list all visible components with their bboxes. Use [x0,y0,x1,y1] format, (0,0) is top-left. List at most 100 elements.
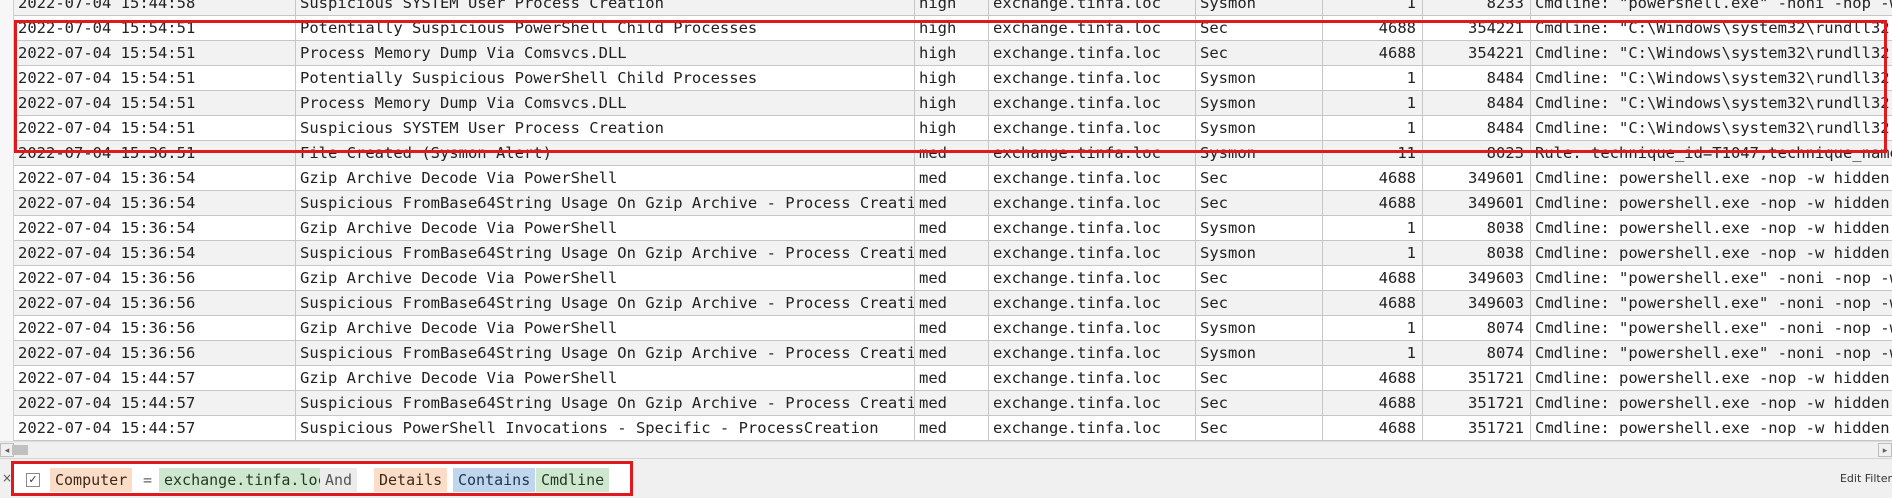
cell-computer[interactable]: exchange.tinfa.loc [989,41,1196,65]
filter-expression-box[interactable]: ✓ Computer = exchange.tinfa.loc And Deta… [11,461,633,496]
cell-timestamp[interactable]: 2022-07-04 15:36:56 [14,291,296,315]
cell-event-id[interactable]: 4688 [1323,366,1423,390]
cell-timestamp[interactable]: 2022-07-04 15:54:51 [14,91,296,115]
cell-record-id[interactable]: 349603 [1423,291,1531,315]
table-row[interactable]: 2022-07-04 15:36:54 Suspicious FromBase64… [0,241,1892,266]
cell-channel[interactable]: Sec [1196,191,1323,215]
cell-record-id[interactable]: 8484 [1423,116,1531,140]
cell-details[interactable]: Cmdline: powershell.exe -nop -w hidden - [1531,241,1892,265]
cell-details[interactable]: Cmdline: powershell.exe -nop -w hidden - [1531,216,1892,240]
cell-level[interactable]: high [915,91,989,115]
cell-timestamp[interactable]: 2022-07-04 15:44:57 [14,416,296,440]
cell-record-id[interactable]: 8023 [1423,141,1531,165]
cell-level[interactable]: med [915,141,989,165]
cell-record-id[interactable]: 8074 [1423,316,1531,340]
table-row[interactable]: 2022-07-04 15:36:56 Gzip Archive Decode V… [0,266,1892,291]
cell-level[interactable]: med [915,416,989,440]
cell-computer[interactable]: exchange.tinfa.loc [989,266,1196,290]
cell-rule-title[interactable]: Suspicious FromBase64String Usage On Gzi… [296,341,915,365]
cell-timestamp[interactable]: 2022-07-04 15:36:51 [14,141,296,165]
cell-level[interactable]: high [915,66,989,90]
cell-timestamp[interactable]: 2022-07-04 15:54:51 [14,66,296,90]
cell-event-id[interactable]: 4688 [1323,291,1423,315]
cell-record-id[interactable]: 354221 [1423,41,1531,65]
cell-event-id[interactable]: 1 [1323,66,1423,90]
cell-event-id[interactable]: 4688 [1323,16,1423,40]
cell-timestamp[interactable]: 2022-07-04 15:44:57 [14,366,296,390]
cell-timestamp[interactable]: 2022-07-04 15:36:56 [14,316,296,340]
cell-timestamp[interactable]: 2022-07-04 15:36:56 [14,266,296,290]
cell-details[interactable]: Cmdline: "powershell.exe" -noni -nop -w [1531,0,1892,15]
cell-level[interactable]: med [915,191,989,215]
cell-level[interactable]: med [915,316,989,340]
cell-details[interactable]: Cmdline: powershell.exe -nop -w hidden - [1531,391,1892,415]
cell-level[interactable]: med [915,241,989,265]
cell-timestamp[interactable]: 2022-07-04 15:44:58 [14,0,296,15]
cell-computer[interactable]: exchange.tinfa.loc [989,366,1196,390]
cell-channel[interactable]: Sec [1196,266,1323,290]
cell-event-id[interactable]: 1 [1323,241,1423,265]
cell-level[interactable]: med [915,341,989,365]
table-row[interactable]: 2022-07-04 15:36:56 Suspicious FromBase64… [0,291,1892,316]
cell-rule-title[interactable]: Suspicious SYSTEM User Process Creation [296,0,915,15]
filter-enabled-checkbox[interactable]: ✓ [26,473,40,487]
cell-rule-title[interactable]: Suspicious FromBase64String Usage On Gzi… [296,391,915,415]
cell-details[interactable]: Cmdline: "C:\Windows\system32\rundll32. [1531,66,1892,90]
cell-rule-title[interactable]: Process Memory Dump Via Comsvcs.DLL [296,41,915,65]
table-row[interactable]: 2022-07-04 15:44:57 Suspicious PowerShell… [0,416,1892,441]
filter-value-details[interactable]: Cmdline [536,468,610,492]
cell-event-id[interactable]: 4688 [1323,41,1423,65]
cell-timestamp[interactable]: 2022-07-04 15:54:51 [14,16,296,40]
cell-record-id[interactable]: 8233 [1423,0,1531,15]
cell-details[interactable]: Cmdline: powershell.exe -nop -w hidden - [1531,166,1892,190]
cell-channel[interactable]: Sec [1196,391,1323,415]
cell-computer[interactable]: exchange.tinfa.loc [989,316,1196,340]
cell-channel[interactable]: Sysmon [1196,216,1323,240]
cell-event-id[interactable]: 11 [1323,141,1423,165]
cell-details[interactable]: Cmdline: "C:\Windows\system32\rundll32. [1531,41,1892,65]
table-row[interactable]: 2022-07-04 15:36:56 Suspicious FromBase64… [0,341,1892,366]
cell-computer[interactable]: exchange.tinfa.loc [989,66,1196,90]
cell-record-id[interactable]: 351721 [1423,366,1531,390]
table-row[interactable]: 2022-07-04 15:36:54 Gzip Archive Decode V… [0,216,1892,241]
cell-rule-title[interactable]: Gzip Archive Decode Via PowerShell [296,366,915,390]
cell-level[interactable]: high [915,16,989,40]
cell-level[interactable]: high [915,0,989,15]
cell-rule-title[interactable]: Suspicious SYSTEM User Process Creation [296,116,915,140]
cell-channel[interactable]: Sysmon [1196,116,1323,140]
cell-details[interactable]: Rule: technique_id=T1047,technique_name= [1531,141,1892,165]
cell-computer[interactable]: exchange.tinfa.loc [989,416,1196,440]
cell-channel[interactable]: Sysmon [1196,316,1323,340]
cell-record-id[interactable]: 351721 [1423,391,1531,415]
cell-channel[interactable]: Sysmon [1196,91,1323,115]
cell-computer[interactable]: exchange.tinfa.loc [989,91,1196,115]
table-row[interactable]: 2022-07-04 15:54:51 Potentially Suspiciou… [0,16,1892,41]
cell-computer[interactable]: exchange.tinfa.loc [989,216,1196,240]
cell-event-id[interactable]: 1 [1323,341,1423,365]
cell-channel[interactable]: Sec [1196,41,1323,65]
cell-details[interactable]: Cmdline: "powershell.exe" -noni -nop -w [1531,341,1892,365]
cell-computer[interactable]: exchange.tinfa.loc [989,291,1196,315]
cell-record-id[interactable]: 351721 [1423,416,1531,440]
cell-details[interactable]: Cmdline: "C:\Windows\system32\rundll32. [1531,16,1892,40]
cell-computer[interactable]: exchange.tinfa.loc [989,166,1196,190]
cell-timestamp[interactable]: 2022-07-04 15:54:51 [14,41,296,65]
filter-operator-equals[interactable]: = [138,468,157,492]
cell-rule-title[interactable]: Gzip Archive Decode Via PowerShell [296,166,915,190]
cell-level[interactable]: med [915,216,989,240]
cell-rule-title[interactable]: Potentially Suspicious PowerShell Child … [296,16,915,40]
cell-record-id[interactable]: 8484 [1423,91,1531,115]
cell-channel[interactable]: Sysmon [1196,66,1323,90]
cell-record-id[interactable]: 349603 [1423,266,1531,290]
cell-details[interactable]: Cmdline: "powershell.exe" -noni -nop -w [1531,291,1892,315]
cell-event-id[interactable]: 4688 [1323,416,1423,440]
cell-rule-title[interactable]: Gzip Archive Decode Via PowerShell [296,266,915,290]
cell-details[interactable]: Cmdline: "C:\Windows\system32\rundll32. [1531,116,1892,140]
cell-channel[interactable]: Sec [1196,166,1323,190]
cell-computer[interactable]: exchange.tinfa.loc [989,16,1196,40]
cell-rule-title[interactable]: Suspicious FromBase64String Usage On Gzi… [296,241,915,265]
cell-level[interactable]: med [915,266,989,290]
cell-computer[interactable]: exchange.tinfa.loc [989,141,1196,165]
table-row[interactable]: 2022-07-04 15:36:51 File Created (Sysmon … [0,141,1892,166]
table-row[interactable]: 2022-07-04 15:54:51 Potentially Suspiciou… [0,66,1892,91]
